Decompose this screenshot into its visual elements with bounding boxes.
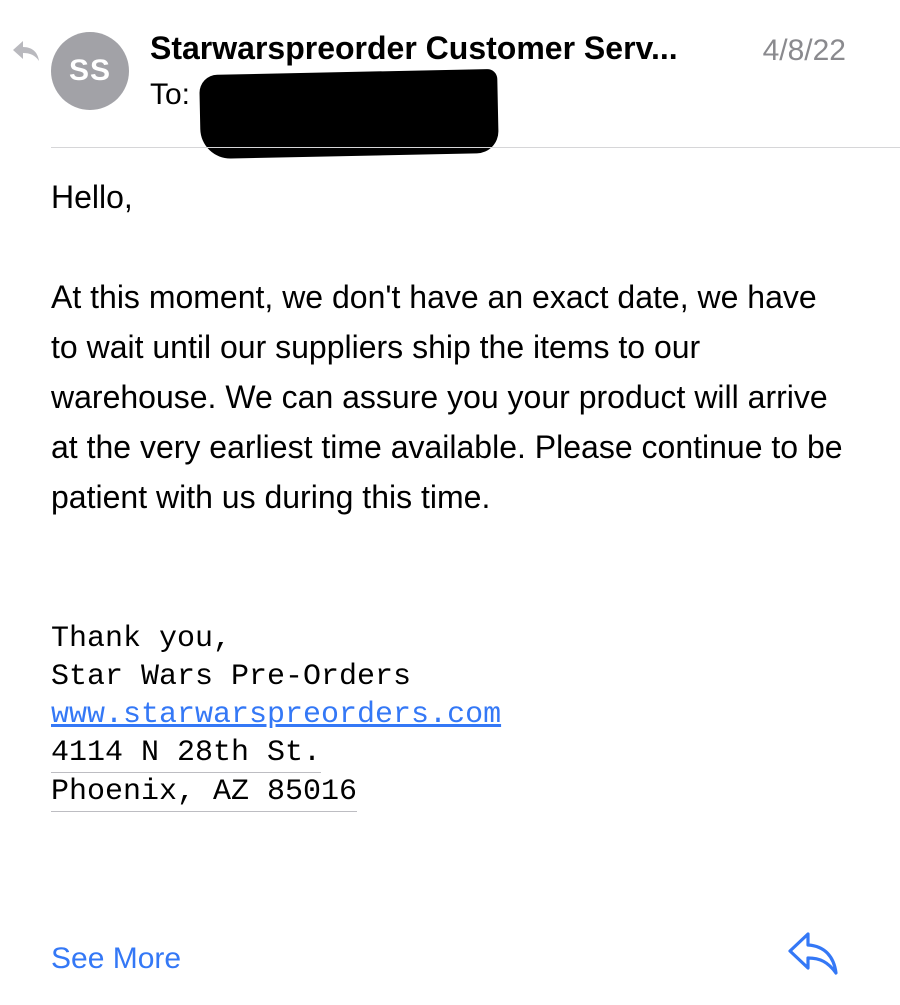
sender-avatar[interactable]: SS	[51, 32, 129, 110]
signature-block: Thank you, Star Wars Pre-Orders www.star…	[51, 620, 501, 812]
message-date: 4/8/22	[762, 34, 846, 67]
reply-arrow-icon	[13, 41, 39, 61]
signature-company: Star Wars Pre-Orders	[51, 660, 412, 694]
address-street[interactable]: 4114 N 28th St.	[51, 734, 322, 773]
redacted-recipient	[199, 68, 499, 160]
header-divider	[51, 147, 900, 148]
website-link[interactable]: www.starwarspreorders.com	[51, 698, 501, 732]
reply-icon[interactable]	[786, 928, 840, 978]
sender-name[interactable]: Starwarspreorder Customer Serv...	[150, 30, 678, 67]
to-label: To:	[150, 78, 191, 111]
greeting-text: Hello,	[51, 179, 133, 215]
address-city[interactable]: Phoenix, AZ 85016	[51, 773, 358, 812]
avatar-initials: SS	[68, 54, 112, 87]
email-message-card: SS Starwarspreorder Customer Serv... 4/8…	[0, 0, 900, 1005]
see-more-button[interactable]: See More	[51, 942, 181, 976]
signature-closing: Thank you,	[51, 622, 232, 656]
message-body: At this moment, we don't have an exact d…	[51, 279, 843, 515]
